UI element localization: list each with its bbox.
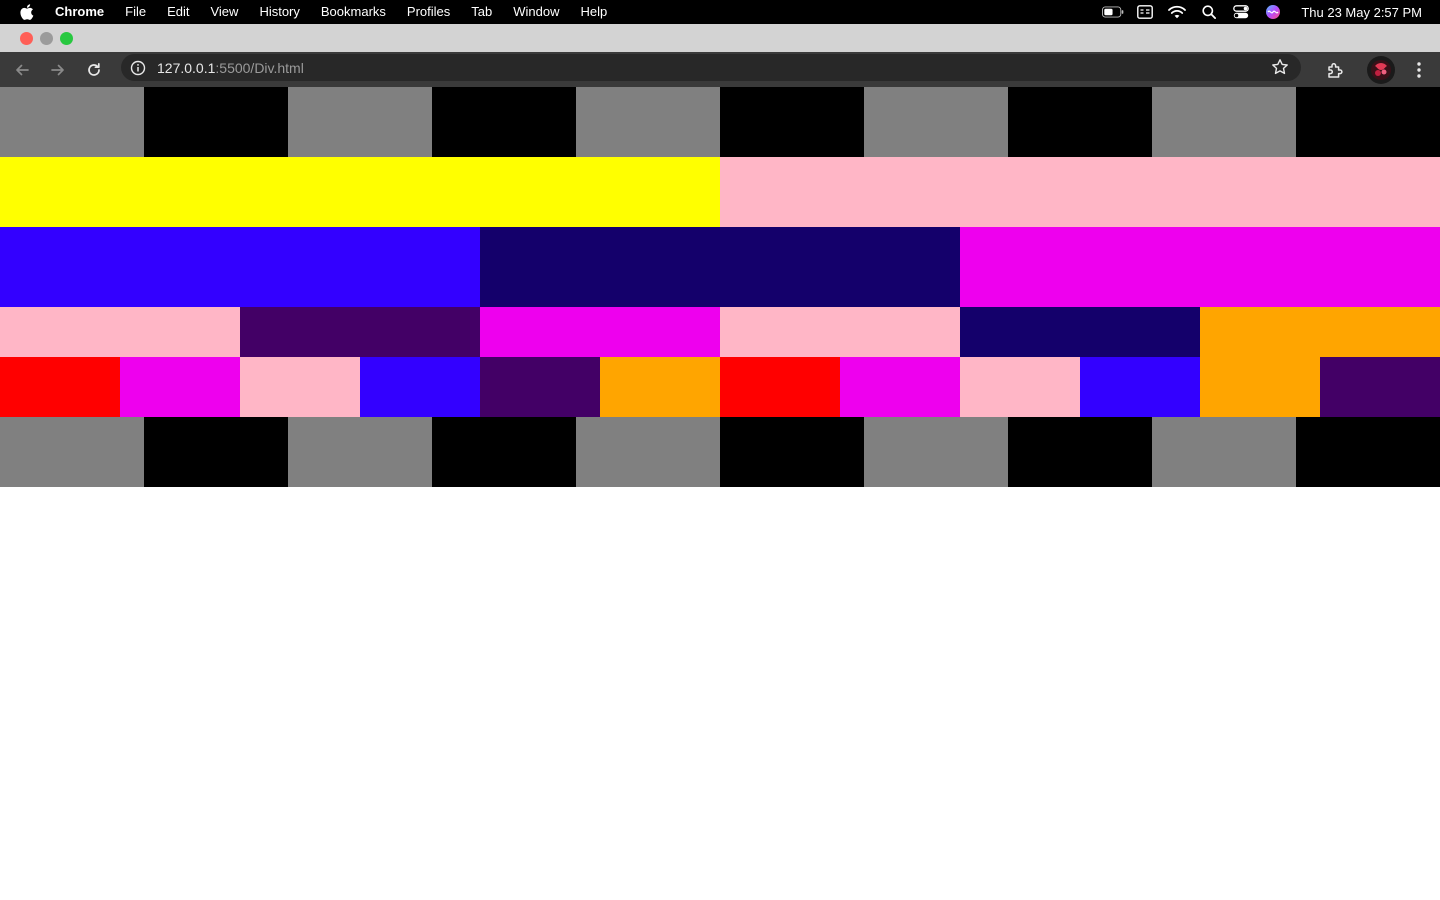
menu-window[interactable]: Window xyxy=(503,0,570,24)
url-path: :5500/Div.html xyxy=(215,59,304,76)
siri-icon[interactable] xyxy=(1262,4,1284,20)
menu-history[interactable]: History xyxy=(249,0,310,24)
color-block xyxy=(960,227,1440,307)
avatar-icon xyxy=(1367,55,1395,84)
spotlight-search-icon[interactable] xyxy=(1198,4,1220,20)
apple-logo-icon[interactable] xyxy=(19,4,35,20)
reload-button[interactable] xyxy=(76,56,112,84)
window-title-bar xyxy=(0,24,1440,52)
color-block xyxy=(0,157,720,227)
window-minimize-button[interactable] xyxy=(40,31,53,45)
color-block xyxy=(144,87,288,157)
bookmark-star-icon[interactable] xyxy=(1271,58,1289,76)
color-row-2 xyxy=(0,157,1440,227)
color-block xyxy=(1296,417,1440,487)
menu-file[interactable]: File xyxy=(115,0,157,24)
more-vertical-icon xyxy=(1417,61,1421,78)
menu-help[interactable]: Help xyxy=(570,0,618,24)
color-row-6 xyxy=(0,417,1440,487)
color-block xyxy=(1008,417,1152,487)
color-block xyxy=(480,357,600,417)
color-block xyxy=(288,87,432,157)
color-block xyxy=(1152,87,1296,157)
color-block xyxy=(864,417,1008,487)
color-block xyxy=(1152,417,1296,487)
window-close-button[interactable] xyxy=(20,31,33,45)
menu-app-name[interactable]: Chrome xyxy=(49,0,115,24)
color-block xyxy=(720,87,864,157)
color-block xyxy=(600,357,720,417)
menu-bar-clock[interactable]: Thu 23 May 2:57 PM xyxy=(1301,5,1422,20)
color-block xyxy=(720,417,864,487)
page-content xyxy=(0,87,1440,900)
color-block xyxy=(432,417,576,487)
menu-bar-status-area: Thu 23 May 2:57 PM xyxy=(1097,0,1440,24)
color-row-4 xyxy=(0,307,1440,357)
puzzle-piece-icon xyxy=(1328,62,1343,78)
color-block xyxy=(480,227,960,307)
forward-button[interactable] xyxy=(40,56,76,84)
color-block xyxy=(480,307,720,357)
color-block xyxy=(240,307,480,357)
address-bar[interactable]: 127.0.0.1:5500/Div.html xyxy=(121,54,1301,81)
window-zoom-button[interactable] xyxy=(60,31,73,45)
color-block xyxy=(0,87,144,157)
color-block xyxy=(1008,87,1152,157)
color-block xyxy=(240,357,360,417)
profile-avatar[interactable] xyxy=(1363,55,1399,84)
menu-tab[interactable]: Tab xyxy=(461,0,503,24)
site-info-icon[interactable] xyxy=(129,59,147,77)
color-block xyxy=(576,87,720,157)
keyboard-input-icon[interactable] xyxy=(1134,4,1156,20)
back-button[interactable] xyxy=(4,56,40,84)
color-block xyxy=(720,307,960,357)
menu-bar-left: Chrome File Edit View History Bookmarks … xyxy=(0,0,618,24)
color-block xyxy=(1080,357,1200,417)
menu-bookmarks[interactable]: Bookmarks xyxy=(310,0,396,24)
arrow-left-icon xyxy=(16,64,29,75)
color-block xyxy=(432,87,576,157)
extensions-button[interactable] xyxy=(1317,56,1353,84)
color-row-1 xyxy=(0,87,1440,157)
color-block xyxy=(720,157,1440,227)
color-block xyxy=(144,417,288,487)
profile-area xyxy=(1363,52,1439,87)
url-text[interactable]: 127.0.0.1:5500/Div.html xyxy=(157,60,304,76)
browser-toolbar: 127.0.0.1:5500/Div.html xyxy=(0,52,1440,87)
url-host: 127.0.0.1 xyxy=(157,59,216,76)
menu-edit[interactable]: Edit xyxy=(157,0,200,24)
color-block xyxy=(960,357,1080,417)
color-block xyxy=(840,357,960,417)
arrow-right-icon xyxy=(51,64,64,75)
control-center-icon[interactable] xyxy=(1230,4,1252,20)
wifi-icon[interactable] xyxy=(1166,4,1188,20)
macos-menu-bar: Chrome File Edit View History Bookmarks … xyxy=(0,0,1440,24)
color-block xyxy=(864,87,1008,157)
color-block xyxy=(0,357,120,417)
color-block xyxy=(0,227,480,307)
chrome-menu-button[interactable] xyxy=(1399,56,1439,84)
battery-icon[interactable] xyxy=(1102,4,1124,20)
color-block xyxy=(1296,87,1440,157)
reload-icon xyxy=(88,62,100,76)
menu-profiles[interactable]: Profiles xyxy=(396,0,460,24)
color-block xyxy=(720,357,840,417)
color-block xyxy=(1200,357,1320,417)
color-block xyxy=(288,417,432,487)
color-block xyxy=(0,417,144,487)
color-block xyxy=(576,417,720,487)
color-block xyxy=(120,357,240,417)
extensions-area xyxy=(1317,52,1353,87)
color-row-3 xyxy=(0,227,1440,307)
color-block xyxy=(1200,307,1440,357)
menu-view[interactable]: View xyxy=(200,0,249,24)
color-block xyxy=(960,307,1200,357)
colored-div-grid xyxy=(0,87,1440,487)
color-block xyxy=(360,357,480,417)
color-block xyxy=(0,307,240,357)
color-row-5 xyxy=(0,357,1440,417)
color-block xyxy=(1320,357,1440,417)
